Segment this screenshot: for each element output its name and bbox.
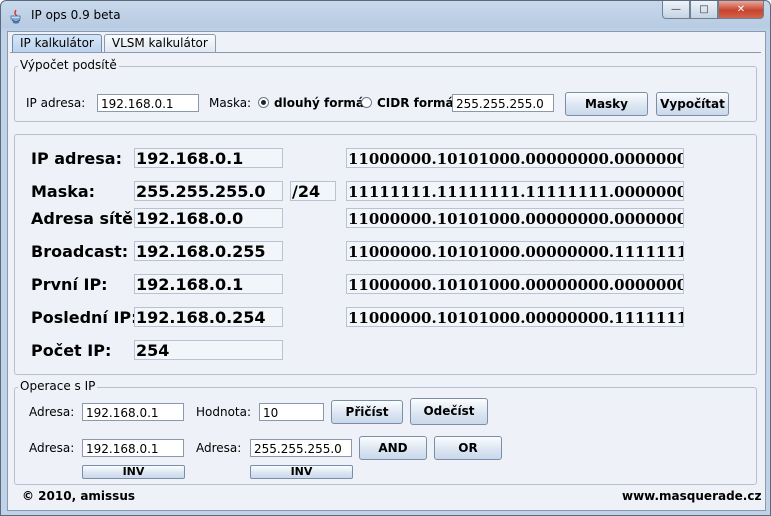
ops-address3-input[interactable]: 255.255.255.0 (250, 439, 352, 457)
ops-group-title: Operace s IP (18, 379, 98, 393)
minimize-button[interactable]: — (662, 1, 690, 19)
title-bar[interactable]: IP ops 0.9 beta — □ ✕ (1, 1, 770, 31)
java-icon (10, 9, 21, 24)
ops-value-label: Hodnota: (196, 405, 252, 419)
result-broadcast-label: Broadcast: (31, 242, 129, 261)
ops-address1-label: Adresa: (29, 405, 75, 419)
result-cidr-value: /24 (290, 181, 336, 201)
result-first-ip-value: 192.168.0.1 (134, 274, 283, 294)
tab-panel: Výpočet podsítě IP adresa: 192.168.0.1 M… (10, 52, 761, 508)
inv-button-2[interactable]: INV (250, 465, 353, 479)
result-first-ip-label: První IP: (31, 275, 108, 294)
and-button[interactable]: AND (359, 436, 427, 460)
result-count-value: 254 (134, 340, 283, 360)
result-broadcast-binary: 11000000.10101000.00000000.11111111 (346, 241, 684, 261)
ip-address-input[interactable]: 192.168.0.1 (97, 94, 199, 112)
result-ip-label: IP adresa: (31, 149, 122, 168)
ops-address2-label: Adresa: (29, 441, 75, 455)
mask-input[interactable]: 255.255.255.0 (452, 94, 554, 112)
result-mask-binary: 11111111.11111111.11111111.00000000 (346, 181, 684, 201)
tab-ip-calculator[interactable]: IP kalkulátor (12, 34, 102, 53)
footer-copyright: © 2010, amissus (22, 489, 135, 503)
radio-cidr-format[interactable] (361, 97, 372, 108)
result-network-label: Adresa sítě: (31, 209, 140, 228)
result-ip-binary: 11000000.10101000.00000000.00000001 (346, 148, 684, 168)
ops-address3-label: Adresa: (196, 441, 242, 455)
ops-address2-input[interactable]: 192.168.0.1 (82, 439, 184, 457)
masks-button[interactable]: Masky (565, 92, 648, 116)
mask-label: Maska: (209, 96, 252, 110)
inv-button-1[interactable]: INV (82, 465, 185, 479)
tab-vlsm-calculator[interactable]: VLSM kalkulátor (103, 34, 216, 52)
subtract-button[interactable]: Odečíst (410, 398, 488, 425)
radio-long-format[interactable] (258, 97, 269, 108)
or-button[interactable]: OR (434, 436, 502, 460)
result-last-ip-binary: 11000000.10101000.00000000.11111110 (346, 307, 684, 327)
compute-button[interactable]: Vypočítat (656, 92, 729, 116)
result-last-ip-value: 192.168.0.254 (134, 307, 283, 327)
minimize-icon: — (671, 4, 681, 15)
window-title: IP ops 0.9 beta (31, 8, 121, 22)
result-first-ip-binary: 11000000.10101000.00000000.00000001 (346, 274, 684, 294)
maximize-button[interactable]: □ (690, 1, 718, 19)
radio-cidr-format-label[interactable]: CIDR formát (377, 96, 459, 110)
client-area: IP kalkulátor VLSM kalkulátor Výpočet po… (7, 31, 766, 511)
ops-address1-input[interactable]: 192.168.0.1 (82, 403, 184, 421)
radio-long-format-label[interactable]: dlouhý formát (274, 96, 370, 110)
result-mask-label: Maska: (31, 182, 96, 201)
maximize-icon: □ (699, 4, 709, 15)
result-network-binary: 11000000.10101000.00000000.00000000 (346, 208, 684, 228)
add-button[interactable]: Přičíst (331, 400, 403, 424)
ops-value-input[interactable]: 10 (259, 403, 324, 421)
tab-bar: IP kalkulátor VLSM kalkulátor (12, 34, 218, 54)
ip-address-label: IP adresa: (26, 96, 86, 110)
footer-website-link[interactable]: www.masquerade.cz (622, 489, 761, 503)
result-ip-value: 192.168.0.1 (134, 148, 283, 168)
result-network-value: 192.168.0.0 (134, 208, 283, 228)
result-count-label: Počet IP: (31, 341, 112, 360)
calc-group-title: Výpočet podsítě (18, 58, 119, 72)
close-button[interactable]: ✕ (718, 1, 764, 19)
close-icon: ✕ (736, 4, 746, 15)
result-broadcast-value: 192.168.0.255 (134, 241, 283, 261)
result-mask-value: 255.255.255.0 (134, 181, 283, 201)
app-window: IP ops 0.9 beta — □ ✕ IP kalkulátor VLSM… (0, 0, 771, 516)
result-last-ip-label: Poslední IP: (31, 308, 138, 327)
